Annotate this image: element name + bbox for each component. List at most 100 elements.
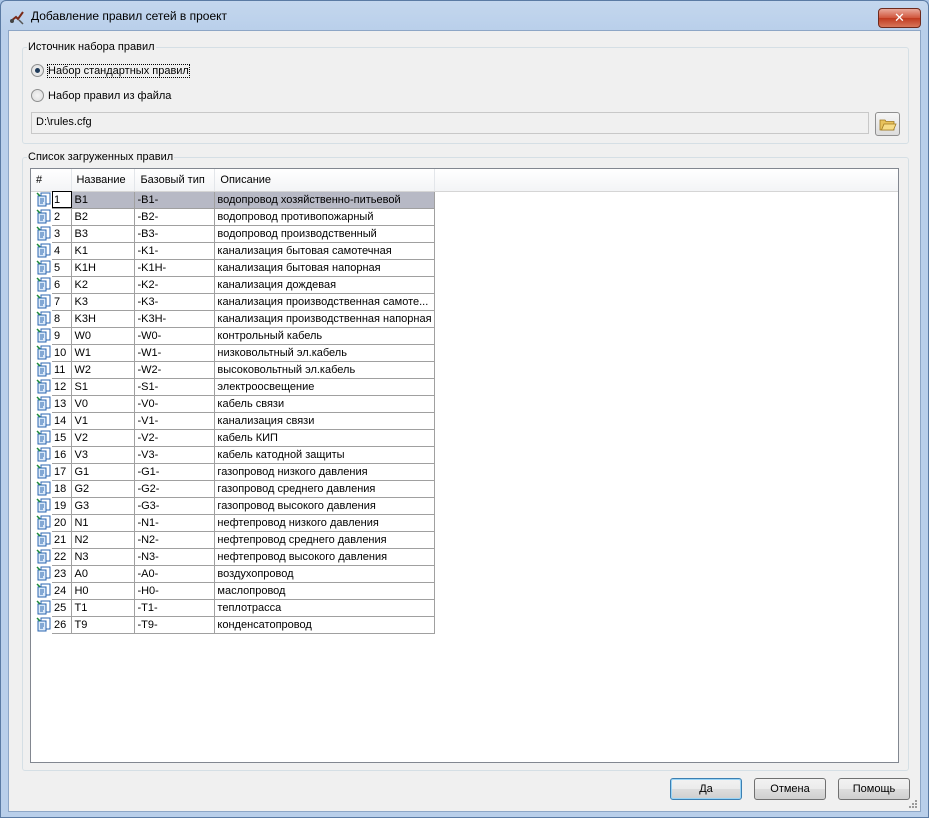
help-button[interactable]: Помощь [838,778,910,800]
row-name[interactable]: N1 [71,514,136,532]
rule-row[interactable]: 25 T1 -T1- теплотрасса [31,599,898,617]
row-base-type[interactable]: -B3- [134,225,216,243]
row-base-type[interactable]: -K3H- [134,310,216,328]
rule-row[interactable]: 23 A0 -A0- воздухопровод [31,565,898,583]
row-number[interactable]: 13 [52,395,73,413]
rule-row[interactable]: 3 B3 -B3- водопровод производственный [31,225,898,243]
rule-row[interactable]: 14 V1 -V1- канализация связи [31,412,898,430]
row-description[interactable]: водопровод производственный [214,225,436,243]
row-description[interactable]: канализация связи [214,412,436,430]
radio-file-label[interactable]: Набор правил из файла [48,90,171,102]
rule-row[interactable]: 12 S1 -S1- электроосвещение [31,378,898,396]
row-base-type[interactable]: -V3- [134,446,216,464]
row-base-type[interactable]: -W0- [134,327,216,345]
row-name[interactable]: V0 [71,395,136,413]
row-name[interactable]: N3 [71,548,136,566]
row-description[interactable]: кабель связи [214,395,436,413]
row-base-type[interactable]: -T9- [134,616,216,634]
column-header-description[interactable]: Описание [214,169,436,192]
row-number[interactable]: 12 [52,378,73,396]
rule-row[interactable]: 22 N3 -N3- нефтепровод высокого давления [31,548,898,566]
rule-row[interactable]: 2 B2 -B2- водопровод противопожарный [31,208,898,226]
row-base-type[interactable]: -K2- [134,276,216,294]
rule-row[interactable]: 21 N2 -N2- нефтепровод среднего давления [31,531,898,549]
rule-row[interactable]: 13 V0 -V0- кабель связи [31,395,898,413]
row-base-type[interactable]: -N2- [134,531,216,549]
row-base-type[interactable]: -A0- [134,565,216,583]
row-description[interactable]: воздухопровод [214,565,436,583]
row-number[interactable]: 24 [52,582,73,600]
row-base-type[interactable]: -W1- [134,344,216,362]
row-description[interactable]: канализация бытовая напорная [214,259,436,277]
row-number[interactable]: 19 [52,497,73,515]
row-base-type[interactable]: -V2- [134,429,216,447]
row-base-type[interactable]: -B1- [134,191,216,209]
row-number[interactable]: 2 [52,208,73,226]
row-base-type[interactable]: -N1- [134,514,216,532]
rule-row[interactable]: 5 K1H -K1H-канализация бытовая напорная [31,259,898,277]
row-number[interactable]: 25 [52,599,73,617]
rule-row[interactable]: 24 H0 -H0- маслопровод [31,582,898,600]
row-number[interactable]: 8 [52,310,73,328]
row-description[interactable]: маслопровод [214,582,436,600]
row-number[interactable]: 17 [52,463,73,481]
row-base-type[interactable]: -B2- [134,208,216,226]
row-number[interactable]: 26 [52,616,73,634]
row-description[interactable]: конденсатопровод [214,616,436,634]
rules-file-path-field[interactable]: D:\rules.cfg [31,112,869,134]
rule-row[interactable]: 15 V2 -V2- кабель КИП [31,429,898,447]
row-description[interactable]: газопровод высокого давления [214,497,436,515]
row-number[interactable]: 15 [52,429,73,447]
row-base-type[interactable]: -K3- [134,293,216,311]
row-number[interactable]: 18 [52,480,73,498]
row-number[interactable]: 5 [52,259,73,277]
browse-folder-button[interactable] [875,112,900,136]
row-name[interactable]: B2 [71,208,136,226]
rule-row[interactable]: 9 W0 -W0- контрольный кабель [31,327,898,345]
close-button[interactable]: ✕ [878,8,921,28]
row-description[interactable]: канализация производственная напорная [214,310,436,328]
rule-row[interactable]: 7 K3 -K3- канализация производственная само… [31,293,898,311]
row-number[interactable]: 14 [52,412,73,430]
row-description[interactable]: канализация бытовая самотечная [214,242,436,260]
rule-row[interactable]: 11 W2 -W2- высоковольтный эл.кабель [31,361,898,379]
row-number[interactable]: 4 [52,242,73,260]
row-description[interactable]: водопровод противопожарный [214,208,436,226]
row-name[interactable]: K2 [71,276,136,294]
rule-row[interactable]: 17 G1 -G1- газопровод низкого давления [31,463,898,481]
row-number[interactable]: 22 [52,548,73,566]
row-description[interactable]: канализация дождевая [214,276,436,294]
resize-grip-icon[interactable] [908,799,918,809]
rule-row[interactable]: 8 K3H -K3H-канализация производственная на… [31,310,898,328]
row-name[interactable]: G1 [71,463,136,481]
row-name[interactable]: V3 [71,446,136,464]
row-name[interactable]: B3 [71,225,136,243]
row-number[interactable]: 10 [52,344,73,362]
row-name[interactable]: K3 [71,293,136,311]
rule-row[interactable]: 18 G2 -G2- газопровод среднего давления [31,480,898,498]
row-number[interactable]: 20 [52,514,73,532]
row-base-type[interactable]: -G3- [134,497,216,515]
row-name[interactable]: T9 [71,616,136,634]
row-name[interactable]: K3H [71,310,136,328]
radio-file-button[interactable] [31,89,44,102]
row-name[interactable]: V1 [71,412,136,430]
row-description[interactable]: низковольтный эл.кабель [214,344,436,362]
row-description[interactable]: водопровод хозяйственно-питьевой [214,191,436,209]
row-number[interactable]: 23 [52,565,73,583]
row-description[interactable]: нефтепровод среднего давления [214,531,436,549]
column-header-base-type[interactable]: Базовый тип [134,169,216,192]
row-number[interactable]: 7 [52,293,73,311]
row-name[interactable]: K1 [71,242,136,260]
row-name[interactable]: G3 [71,497,136,515]
rule-row[interactable]: 16 V3 -V3- кабель катодной защиты [31,446,898,464]
row-description[interactable]: нефтепровод низкого давления [214,514,436,532]
row-name[interactable]: V2 [71,429,136,447]
column-header-name[interactable]: Название [71,169,136,192]
row-description[interactable]: нефтепровод высокого давления [214,548,436,566]
row-name[interactable]: H0 [71,582,136,600]
row-number[interactable]: 3 [52,225,73,243]
row-name[interactable]: N2 [71,531,136,549]
row-name[interactable]: K1H [71,259,136,277]
row-name[interactable]: B1 [71,191,136,209]
